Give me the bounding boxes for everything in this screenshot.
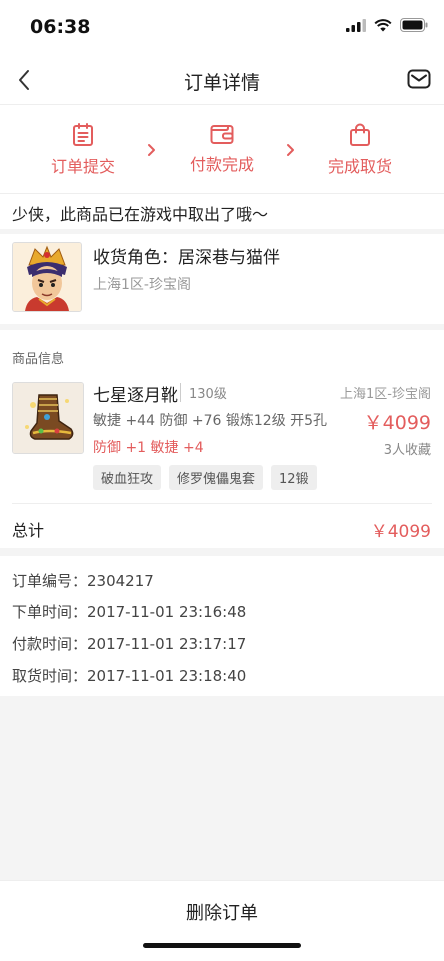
goods-tags: 破血狂攻 修罗傀儡鬼套 12锻 <box>93 465 317 490</box>
pickup-time: 取货时间：2017-11-01 23:18:40 <box>12 667 247 685</box>
receiving-role-card: 收货角色：居深巷与猫伴 上海1区-珍宝阁 <box>0 234 444 324</box>
role-server: 上海1区-珍宝阁 <box>93 277 191 293</box>
step-pickup-complete: 完成取货 <box>300 123 420 177</box>
order-progress: 订单提交 付款完成 完成取货 <box>0 105 444 193</box>
goods-level: 130级 <box>180 383 227 402</box>
section-title: 商品信息 <box>12 352 65 367</box>
order-info-card: 订单编号：2304217 下单时间：2017-11-01 23:16:48 付款… <box>0 556 444 696</box>
goods-price: ￥4099 <box>363 412 431 434</box>
payment-time: 付款时间：2017-11-01 23:17:17 <box>12 635 247 653</box>
status-bar: 06:38 <box>0 0 444 56</box>
page-title: 订单详情 <box>183 72 260 94</box>
role-avatar <box>12 242 82 312</box>
goods-tag: 12锻 <box>271 465 317 490</box>
goods-server: 上海1区-珍宝阁 <box>340 387 431 402</box>
goods-bonus-attributes: 防御 +1 敏捷 +4 <box>93 440 204 456</box>
divider <box>12 503 432 504</box>
chevron-right-icon <box>287 144 294 156</box>
character-portrait-icon <box>13 243 81 311</box>
battery-icon <box>400 18 428 32</box>
step-label: 完成取货 <box>327 157 392 176</box>
boots-item-icon <box>13 383 83 453</box>
home-indicator[interactable] <box>143 943 301 948</box>
order-number: 订单编号：2304217 <box>12 572 154 590</box>
order-time: 下单时间：2017-11-01 23:16:48 <box>12 603 247 621</box>
clipboard-icon <box>73 123 93 146</box>
step-label: 订单提交 <box>50 157 115 176</box>
total-label: 总计 <box>12 521 45 540</box>
status-time: 06:38 <box>30 16 91 38</box>
total-value: ￥4099 <box>370 522 431 542</box>
delete-order-button[interactable]: 删除订单 <box>0 899 444 925</box>
shopping-bag-icon <box>350 123 370 146</box>
goods-tag: 修罗傀儡鬼套 <box>169 465 264 490</box>
goods-attributes: 敏捷 +44 防御 +76 锻炼12级 开5孔 <box>93 413 328 429</box>
pickup-notice: 少侠，此商品已在游戏中取出了哦～ <box>0 193 444 229</box>
goods-image[interactable] <box>12 382 84 454</box>
message-button[interactable] <box>406 66 432 92</box>
wifi-icon <box>374 18 392 31</box>
chevron-right-icon <box>148 144 155 156</box>
bottom-action-bar: 删除订单 <box>0 880 444 961</box>
notice-text: 少侠，此商品已在游戏中取出了哦～ <box>12 205 269 224</box>
step-label: 付款完成 <box>189 155 254 174</box>
goods-name: 七星逐月靴 <box>93 386 178 406</box>
favorites-count: 3人收藏 <box>383 443 431 458</box>
signal-icon <box>346 18 366 32</box>
step-payment-complete: 付款完成 <box>162 123 282 175</box>
navigation-bar: 订单详情 <box>0 56 444 105</box>
role-name: 收货角色：居深巷与猫伴 <box>93 248 280 268</box>
mail-icon <box>407 69 431 89</box>
wallet-icon <box>210 125 234 144</box>
goods-info-card: 商品信息 七星逐月靴 130级 上海1区-珍宝阁 敏捷 +44 防御 +76 锻… <box>0 330 444 548</box>
goods-tag: 破血狂攻 <box>93 465 162 490</box>
status-icons <box>346 18 428 32</box>
step-order-submitted: 订单提交 <box>23 123 143 177</box>
